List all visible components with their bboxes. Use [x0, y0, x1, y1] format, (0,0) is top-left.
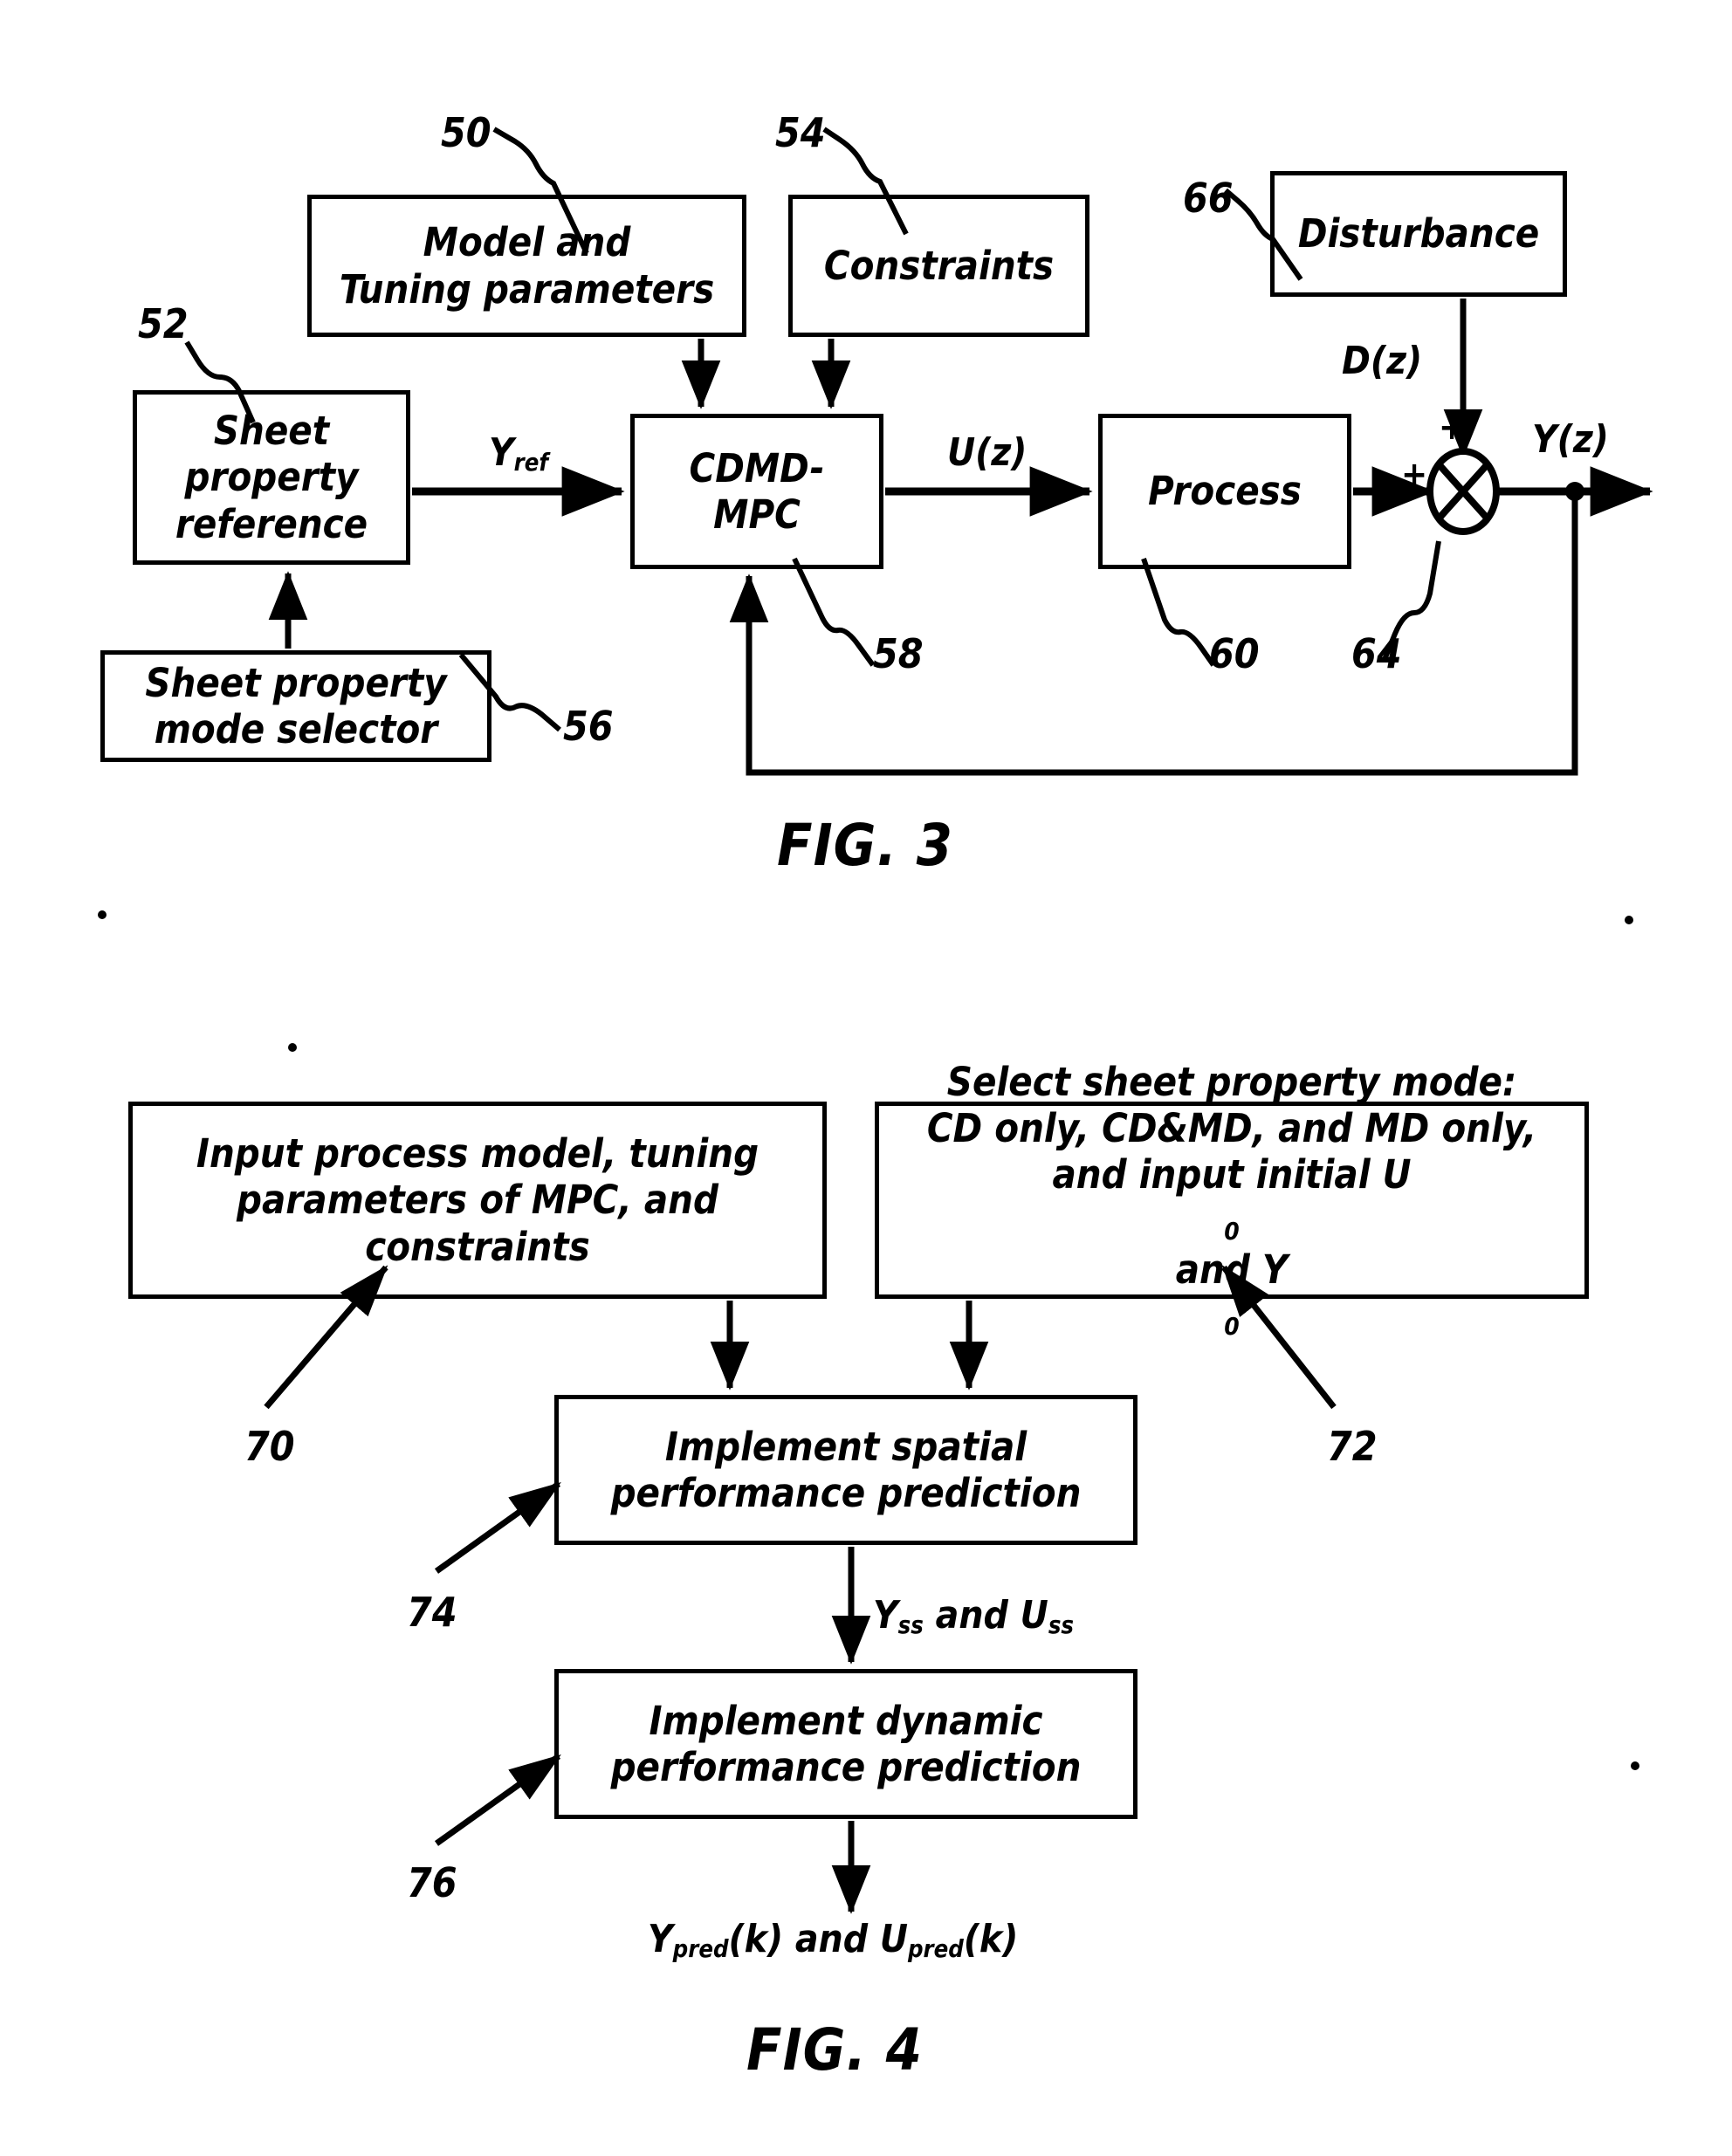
leader-line-66 [1224, 188, 1303, 281]
leader-arrow-74 [434, 1481, 561, 1574]
scan-artifact-dot-left [98, 910, 107, 919]
leader-line-54 [822, 127, 909, 236]
signal-branch-dot [1565, 482, 1584, 501]
leader-arrow-76 [434, 1754, 561, 1846]
leader-line-64 [1381, 540, 1441, 663]
scan-artifact-dot-lower-left [288, 1043, 297, 1052]
leader-line-56 [458, 653, 561, 732]
scan-artifact-dot-right [1625, 916, 1633, 924]
connector-line-layer [184, 127, 1653, 1914]
leader-line-58 [792, 557, 876, 667]
feedback-loop-line [729, 491, 1578, 776]
patent-drawing-sheet: Model and Tuning parameters Constraints … [0, 0, 1732, 2156]
scan-artifact-dot-lower-right [1631, 1761, 1639, 1770]
leader-arrow-72 [1221, 1265, 1337, 1410]
leader-line-52 [184, 340, 256, 424]
leader-line-60 [1141, 558, 1216, 667]
leader-line-50 [492, 127, 589, 255]
summing-junction-symbol [1426, 448, 1500, 535]
leader-arrow-70 [264, 1265, 388, 1410]
